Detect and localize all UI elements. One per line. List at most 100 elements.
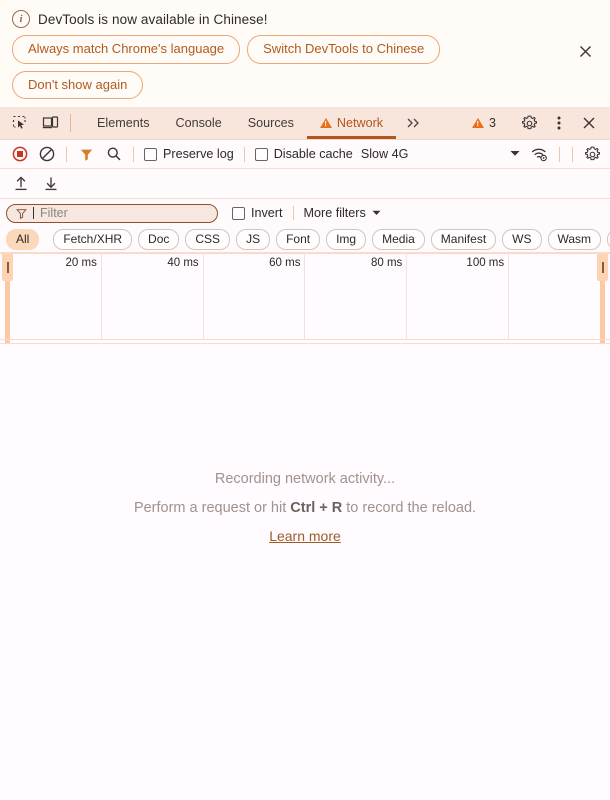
toolbar-divider (133, 146, 134, 162)
timeline-tick-label: 40 ms (167, 257, 199, 270)
banner-actions: Always match Chrome's language Switch De… (12, 35, 532, 100)
devtools-tab-bar: Elements Console Sources Network 3 (0, 107, 610, 141)
recording-hint-text: Perform a request or hit Ctrl + R to rec… (134, 500, 476, 516)
filter-chip-manifest[interactable]: Manifest (430, 229, 497, 251)
checkbox-box (232, 206, 245, 220)
toolbar-divider (559, 146, 560, 162)
clear-icon (39, 146, 54, 162)
banner-close-button[interactable] (574, 40, 596, 62)
overview-cell (509, 253, 610, 339)
preserve-log-label: Preserve log (163, 147, 234, 162)
tab-console[interactable]: Console (163, 107, 235, 139)
filter-funnel-icon (80, 149, 93, 161)
device-toolbar-icon (42, 116, 58, 129)
filter-placeholder: Filter (40, 206, 68, 221)
network-conditions-button[interactable] (526, 141, 553, 167)
checkbox-box (254, 147, 268, 161)
filter-chip-fetch-xhr[interactable]: Fetch/XHR (53, 229, 133, 251)
warning-count-label: 3 (489, 116, 496, 131)
filter-row: Filter Invert More filters (0, 199, 610, 228)
overview-cell: 80 ms (305, 253, 408, 340)
clear-button[interactable] (33, 141, 60, 167)
always-match-chrome-language-button[interactable]: Always match Chrome's language (12, 35, 241, 64)
export-har-button[interactable] (38, 172, 64, 196)
disable-cache-checkbox[interactable]: Disable cache (251, 147, 357, 161)
banner-message-row: i DevTools is now available in Chinese! (12, 10, 598, 28)
timeline-left-grabber[interactable] (2, 253, 13, 282)
tab-label: Elements (97, 116, 150, 131)
overview-bottom-border (0, 339, 610, 341)
chevron-down-icon (372, 208, 381, 218)
devtools-close-button[interactable] (574, 116, 604, 130)
filter-chip-wasm[interactable]: Wasm (547, 229, 602, 251)
toggle-filter-button[interactable] (73, 141, 100, 167)
filter-divider (292, 206, 294, 221)
import-har-icon (15, 176, 27, 191)
language-notification-banner: i DevTools is now available in Chinese! … (0, 0, 610, 108)
tab-sources[interactable]: Sources (235, 107, 307, 139)
tabbar-right-actions: 3 (465, 107, 610, 139)
filter-chip-all[interactable]: All (6, 229, 40, 251)
learn-more-link[interactable]: Learn more (269, 528, 341, 544)
filter-chip-ws[interactable]: WS (502, 229, 542, 251)
filter-chip-media[interactable]: Media (372, 229, 425, 251)
more-filters-label: More filters (303, 206, 366, 221)
timeline-tick-label: 20 ms (65, 257, 97, 270)
toolbar-divider (243, 146, 245, 162)
import-har-button[interactable] (8, 172, 34, 196)
devtools-window: i DevTools is now available in Chinese! … (0, 0, 610, 800)
hint-prefix: Perform a request or hit (133, 499, 291, 516)
filter-chip-css[interactable]: CSS (185, 229, 231, 251)
tab-label: Network (336, 116, 384, 131)
invert-checkbox[interactable]: Invert (232, 206, 283, 220)
tab-network[interactable]: Network (306, 107, 397, 140)
network-timeline-overview[interactable]: 20 ms 40 ms 60 ms 80 ms 100 ms (0, 253, 610, 345)
devtools-settings-button[interactable] (514, 115, 544, 132)
filter-chip-doc[interactable]: Doc (138, 229, 180, 251)
invert-label: Invert (251, 206, 283, 221)
overview-cell: 60 ms (204, 253, 306, 340)
preserve-log-checkbox[interactable]: Preserve log (140, 147, 238, 161)
search-icon (107, 147, 121, 161)
hint-suffix: to record the reload. (342, 499, 477, 516)
tab-elements[interactable]: Elements (84, 107, 163, 139)
record-button[interactable] (6, 141, 33, 167)
overview-grid: 20 ms 40 ms 60 ms 80 ms 100 ms (0, 253, 610, 340)
disable-cache-label: Disable cache (273, 147, 353, 162)
kebab-menu-icon (557, 116, 561, 130)
throttling-dropdown-button[interactable] (504, 149, 526, 159)
tab-label: Console (175, 116, 222, 131)
network-settings-button[interactable] (579, 141, 606, 167)
main-tabs: Elements Console Sources Network (84, 107, 397, 140)
har-actions-row (0, 169, 610, 200)
devtools-more-options-button[interactable] (544, 115, 574, 131)
more-filters-dropdown[interactable]: More filters (304, 206, 381, 220)
record-stop-icon (12, 146, 27, 162)
toolbar-divider (66, 146, 67, 162)
timeline-right-grabber[interactable] (597, 253, 608, 282)
more-tabs-button[interactable] (396, 107, 432, 139)
close-icon (583, 117, 595, 129)
recording-status-text: Recording network activity... (214, 470, 396, 487)
close-icon (579, 45, 591, 57)
text-cursor (33, 207, 34, 220)
filter-chip-js[interactable]: JS (236, 229, 271, 251)
dont-show-again-button[interactable]: Don't show again (12, 70, 144, 100)
search-button[interactable] (100, 141, 127, 167)
filter-input[interactable]: Filter (6, 203, 218, 223)
filter-chip-img[interactable]: Img (326, 229, 367, 251)
toggle-device-toolbar-button[interactable] (35, 107, 65, 139)
tabbar-divider (70, 114, 71, 133)
switch-devtools-to-chinese-button[interactable]: Switch DevTools to Chinese (247, 35, 441, 64)
network-toolbar: Preserve log Disable cache Slow 4G (0, 140, 610, 170)
export-har-icon (45, 177, 57, 191)
chevron-down-icon (510, 151, 520, 156)
throttling-value[interactable]: Slow 4G (357, 147, 413, 161)
overview-cell: 40 ms (102, 253, 204, 340)
info-icon: i (12, 10, 30, 28)
inspect-element-icon (12, 116, 26, 129)
filter-chip-font[interactable]: Font (276, 229, 321, 251)
gear-icon (521, 115, 537, 129)
warning-count-button[interactable]: 3 (465, 116, 503, 130)
inspect-element-button[interactable] (5, 107, 35, 139)
